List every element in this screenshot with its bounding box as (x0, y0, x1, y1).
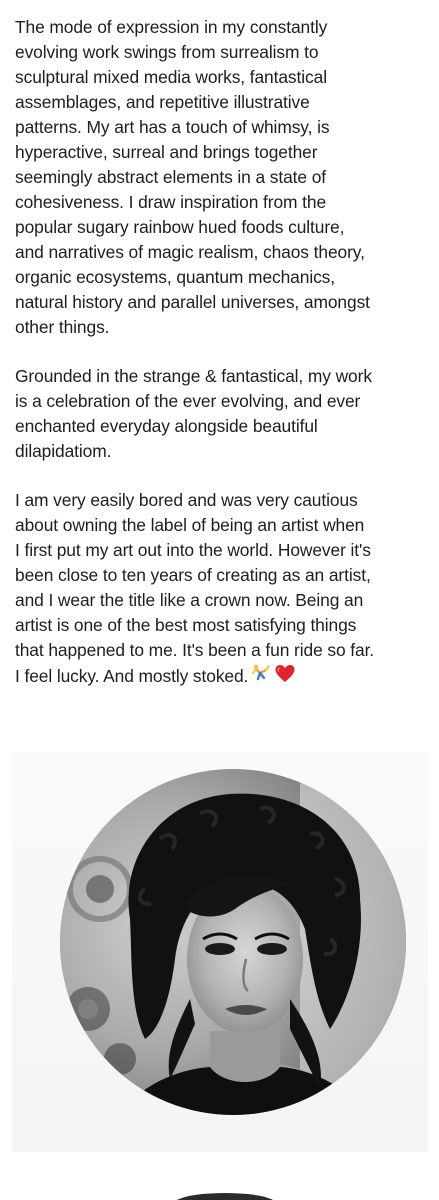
bio-paragraph-3: I am very easily bored and was very caut… (15, 488, 430, 692)
cartwheel-icon (250, 663, 272, 692)
page: The mode of expression in my constantly … (0, 0, 439, 1200)
heart-icon (274, 663, 296, 692)
bio-paragraph-3-text: I am very easily bored and was very caut… (15, 490, 375, 686)
artist-portrait (60, 769, 406, 1115)
portrait-image (60, 769, 406, 1115)
bio-paragraph-1: The mode of expression in my constantly … (15, 17, 370, 337)
profile-photo-frame (12, 752, 428, 1152)
artist-bio: The mode of expression in my constantly … (15, 15, 430, 716)
bio-paragraph-2: Grounded in the strange & fantastical, m… (15, 366, 372, 461)
